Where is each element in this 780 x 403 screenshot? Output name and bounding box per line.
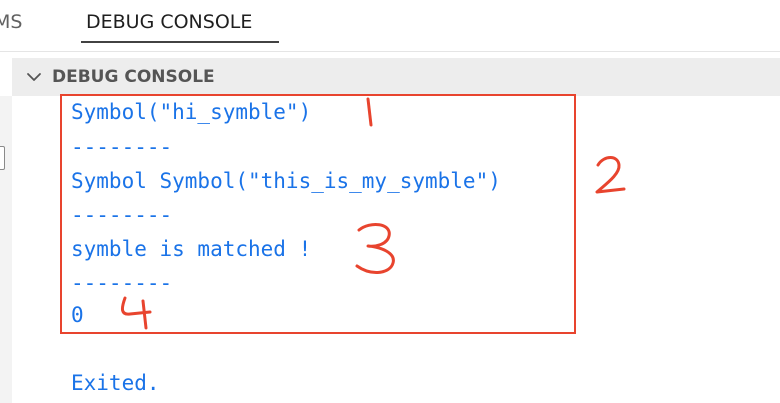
tab-problems[interactable]: EMS xyxy=(0,7,22,37)
annotation-mark-1 xyxy=(366,97,373,127)
panel-tab-bar: EMS DEBUG CONSOLE xyxy=(0,0,780,52)
annotation-mark-2 xyxy=(595,156,626,194)
tab-debug-console[interactable]: DEBUG CONSOLE xyxy=(86,7,252,37)
annotation-mark-3 xyxy=(355,223,395,274)
debug-console-panel: DEBUG CONSOLE Symbol("hi_symble") ------… xyxy=(0,52,780,403)
active-tab-indicator xyxy=(81,41,279,43)
annotation-mark-4 xyxy=(120,296,152,330)
handwritten-annotations xyxy=(120,97,626,330)
